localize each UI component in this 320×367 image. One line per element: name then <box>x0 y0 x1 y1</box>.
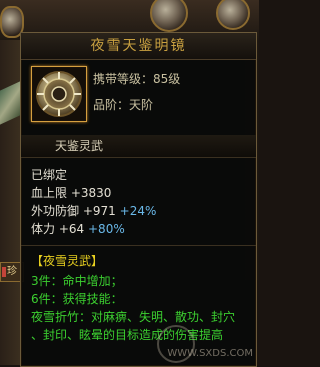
stat-value: +64 <box>58 222 85 236</box>
stat-name: 血上限 <box>31 186 68 200</box>
divider <box>21 157 256 158</box>
stat-value: +971 <box>82 204 116 218</box>
set-skill-line-1: 夜雪折竹：对麻痹、失明、散功、封穴 <box>31 310 236 324</box>
set-bonus-6pc: 6件：获得技能： <box>31 292 123 306</box>
stat-value: +3830 <box>70 186 112 200</box>
tooltip-title-bar: 夜雪天鉴明镜 <box>21 33 256 60</box>
watermark-text: WWW.SXDS.COM <box>167 348 253 359</box>
stat-name: 外功防御 <box>31 204 80 218</box>
item-name: 夜雪天鉴明镜 <box>90 38 187 54</box>
set-name: 天鉴灵武 <box>55 139 104 153</box>
divider <box>21 245 256 246</box>
item-tooltip: 夜雪天鉴明镜 携带等级：85级 品阶：天阶 天鉴灵武 已绑定 血上限 +3830… <box>20 32 257 367</box>
stat-row: 体力 +64 +80% <box>31 221 125 237</box>
stat-bonus: +80% <box>88 222 125 236</box>
stat-name: 体力 <box>31 222 56 236</box>
stat-row: 血上限 +3830 <box>31 185 111 201</box>
stat-row: 外功防御 +971 +24% <box>31 203 156 219</box>
side-tab-label: 珍 <box>7 266 17 277</box>
set-bonus-title: 【夜雪灵武】 <box>31 254 104 268</box>
bound-status: 已绑定 <box>31 168 68 182</box>
set-bonus-3pc: 3件：命中增加； <box>31 274 123 288</box>
mirror-gear-icon <box>33 68 85 120</box>
carry-level: 携带等级：85级 <box>93 72 181 86</box>
side-tab-marker <box>2 267 6 277</box>
stat-bonus: +24% <box>119 204 157 218</box>
item-grade: 品阶：天阶 <box>93 98 154 112</box>
item-icon-frame[interactable] <box>31 66 87 122</box>
set-header: 天鉴灵武 <box>21 135 256 157</box>
